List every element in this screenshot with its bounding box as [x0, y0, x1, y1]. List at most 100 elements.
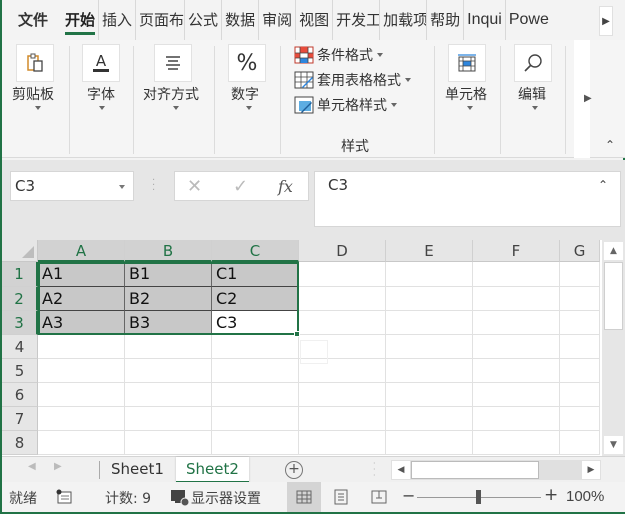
- cell-f1[interactable]: [473, 262, 560, 287]
- row-header-3[interactable]: 3: [2, 311, 38, 335]
- quick-analysis-icon[interactable]: [300, 340, 328, 364]
- vertical-scroll-thumb[interactable]: [604, 262, 623, 330]
- sheet-tab-sheet2[interactable]: Sheet2: [176, 457, 249, 483]
- column-header-f[interactable]: F: [473, 240, 560, 262]
- cell-b4[interactable]: [125, 335, 212, 359]
- cell-b5[interactable]: [125, 359, 212, 383]
- cell-f5[interactable]: [473, 359, 560, 383]
- tab-power-pivot[interactable]: Powe: [506, 0, 550, 40]
- row-header-1[interactable]: 1: [2, 262, 38, 287]
- display-settings-icon[interactable]: [170, 489, 190, 511]
- cell-g1[interactable]: [560, 262, 600, 287]
- cell-c1[interactable]: C1: [212, 262, 299, 287]
- tab-developer[interactable]: 开发工: [333, 0, 381, 40]
- row-header-5[interactable]: 5: [2, 359, 38, 383]
- name-box[interactable]: C3: [10, 171, 134, 201]
- chevron-down-icon[interactable]: [467, 106, 473, 110]
- tab-page-layout[interactable]: 页面布: [136, 0, 186, 40]
- cell-e3[interactable]: [386, 311, 473, 335]
- cell-styles-button[interactable]: 单元格样式: [294, 94, 397, 116]
- cell-c5[interactable]: [212, 359, 299, 383]
- cell-c8[interactable]: [212, 431, 299, 455]
- horizontal-scroll-thumb[interactable]: [411, 461, 539, 479]
- collapse-formula-icon[interactable]: ⌃: [598, 178, 608, 192]
- cell-e1[interactable]: [386, 262, 473, 287]
- scroll-right-icon[interactable]: ▶: [582, 461, 600, 479]
- cell-a7[interactable]: [38, 407, 125, 431]
- column-header-c[interactable]: C: [212, 240, 299, 262]
- cell-a8[interactable]: [38, 431, 125, 455]
- cell-a1[interactable]: A1: [38, 262, 125, 287]
- column-header-g[interactable]: G: [560, 240, 600, 262]
- sheet-nav-next-icon[interactable]: ▶: [54, 461, 62, 472]
- ribbon-scroll-right-icon[interactable]: ▶: [584, 93, 592, 104]
- cell-a4[interactable]: [38, 335, 125, 359]
- fill-handle[interactable]: [294, 331, 300, 337]
- cell-b8[interactable]: [125, 431, 212, 455]
- cell-e7[interactable]: [386, 407, 473, 431]
- column-header-d[interactable]: D: [299, 240, 386, 262]
- cell-c2[interactable]: C2: [212, 286, 299, 311]
- cell-e2[interactable]: [386, 286, 473, 311]
- cell-f8[interactable]: [473, 431, 560, 455]
- cell-c6[interactable]: [212, 383, 299, 407]
- cell-e8[interactable]: [386, 431, 473, 455]
- conditional-format-button[interactable]: 条件格式: [294, 44, 383, 66]
- font-button[interactable]: A: [82, 44, 120, 82]
- cell-b1[interactable]: B1: [125, 262, 212, 287]
- add-sheet-button[interactable]: +: [285, 461, 303, 479]
- cell-g4[interactable]: [560, 335, 600, 359]
- cell-b6[interactable]: [125, 383, 212, 407]
- row-header-8[interactable]: 8: [2, 431, 38, 455]
- tab-review[interactable]: 审阅: [259, 0, 297, 40]
- cell-b2[interactable]: B2: [125, 286, 212, 311]
- cell-d8[interactable]: [299, 431, 386, 455]
- sheet-tab-sheet1[interactable]: Sheet1: [101, 457, 174, 483]
- scroll-left-icon[interactable]: ◀: [392, 461, 410, 479]
- page-break-view-button[interactable]: [362, 482, 396, 512]
- cell-a3[interactable]: A3: [38, 311, 125, 335]
- cell-c7[interactable]: [212, 407, 299, 431]
- editing-button[interactable]: [514, 44, 552, 82]
- zoom-level[interactable]: 100%: [566, 488, 604, 505]
- enter-icon[interactable]: ✓: [233, 176, 248, 197]
- chevron-down-icon[interactable]: [532, 106, 538, 110]
- select-all-button[interactable]: [2, 240, 38, 262]
- cell-g2[interactable]: [560, 286, 600, 311]
- cell-b3[interactable]: B3: [125, 311, 212, 335]
- cell-e5[interactable]: [386, 359, 473, 383]
- cell-d2[interactable]: [299, 286, 386, 311]
- cell-f3[interactable]: [473, 311, 560, 335]
- sheet-nav-prev-icon[interactable]: ◀: [28, 461, 36, 472]
- zoom-out-button[interactable]: −: [402, 486, 415, 505]
- resize-handle-icon[interactable]: · · ·: [152, 176, 155, 196]
- cell-b7[interactable]: [125, 407, 212, 431]
- format-as-table-button[interactable]: 套用表格格式: [294, 69, 411, 91]
- tab-insert[interactable]: 插入: [99, 0, 137, 40]
- cell-d1[interactable]: [299, 262, 386, 287]
- scroll-down-icon[interactable]: ▼: [604, 436, 623, 454]
- horizontal-scrollbar[interactable]: ◀ ▶: [391, 460, 601, 480]
- macro-record-icon[interactable]: [55, 489, 73, 509]
- tab-file[interactable]: 文件: [2, 0, 62, 40]
- cell-c3[interactable]: C3: [212, 311, 299, 335]
- tab-splitter-handle[interactable]: · · ·: [373, 460, 376, 480]
- worksheet-grid[interactable]: A B C D E F G 1 A1 B1 C1 2 A2 B2 C2 3 A3 B3 C3 4 5 6 7 8: [2, 240, 602, 456]
- cell-e6[interactable]: [386, 383, 473, 407]
- cell-d3[interactable]: [299, 311, 386, 335]
- clipboard-button[interactable]: [16, 44, 54, 82]
- chevron-down-icon[interactable]: [173, 106, 179, 110]
- cell-g3[interactable]: [560, 311, 600, 335]
- cell-f7[interactable]: [473, 407, 560, 431]
- tab-data[interactable]: 数据: [222, 0, 260, 40]
- number-button[interactable]: %: [228, 44, 266, 82]
- cells-button[interactable]: [448, 44, 486, 82]
- normal-view-button[interactable]: [287, 482, 321, 512]
- cell-d7[interactable]: [299, 407, 386, 431]
- row-header-2[interactable]: 2: [2, 286, 38, 311]
- cell-g5[interactable]: [560, 359, 600, 383]
- tab-formulas[interactable]: 公式: [185, 0, 223, 40]
- chevron-down-icon[interactable]: [246, 106, 252, 110]
- tabs-scroll-right-button[interactable]: ▶: [599, 6, 613, 36]
- cell-e4[interactable]: [386, 335, 473, 359]
